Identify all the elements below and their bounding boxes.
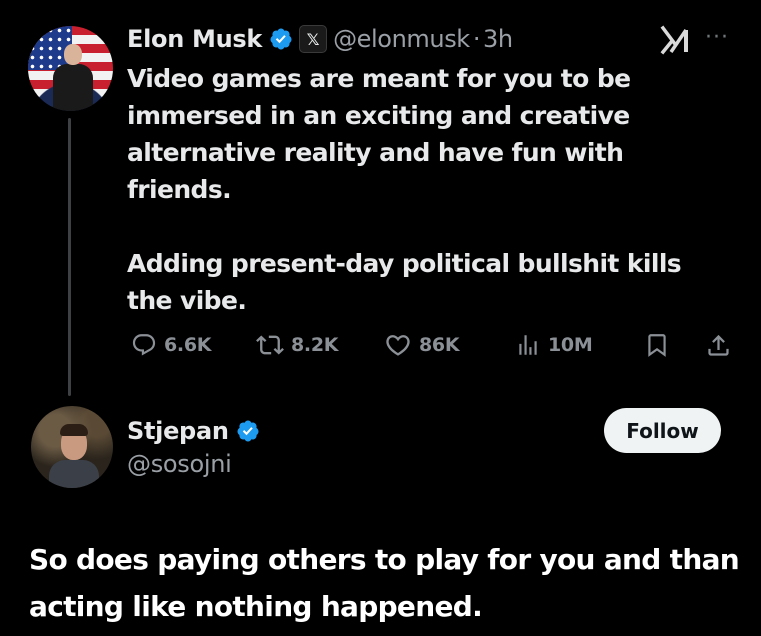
views-icon: [519, 335, 537, 355]
timestamp-separator: ·: [472, 25, 481, 53]
like-action[interactable]: 86K: [384, 328, 460, 362]
thread-connector-line: [68, 118, 71, 396]
avatar-stjepan[interactable]: [31, 406, 113, 488]
bookmark-icon: [648, 334, 666, 357]
bookmark-action[interactable]: [644, 328, 670, 362]
share-icon: [708, 334, 729, 356]
avatar-person-hair: [60, 424, 88, 436]
tweet-header: Elon Musk 𝕏 @elonmusk · 3h: [127, 20, 513, 58]
avatar-person-body: [53, 64, 93, 111]
verified-badge-icon: [270, 28, 292, 50]
avatar-elon-musk[interactable]: [28, 26, 113, 111]
more-icon[interactable]: ···: [705, 27, 729, 49]
reply-count: 6.6K: [164, 334, 212, 356]
repost-action[interactable]: 8.2K: [256, 328, 338, 362]
tweet-timestamp[interactable]: 3h: [483, 25, 513, 53]
share-action[interactable]: [705, 328, 732, 362]
views-count: 10M: [548, 334, 593, 356]
reply-author-handle[interactable]: @sosojni: [127, 450, 232, 478]
reply-body: So does paying others to play for you an…: [29, 543, 740, 623]
tweet-thread: Elon Musk 𝕏 @elonmusk · 3h ··· Video gam…: [0, 0, 761, 636]
repost-count: 8.2K: [291, 334, 339, 356]
author-display-name[interactable]: Elon Musk: [127, 25, 262, 53]
reply-icon: [132, 334, 156, 356]
reply-action[interactable]: 6.6K: [131, 328, 211, 362]
grok-icon[interactable]: [659, 24, 693, 56]
tweet-paragraph-2: Adding present-day political bullshit ki…: [127, 249, 682, 315]
tweet-paragraph-1: Video games are meant for you to be imme…: [127, 64, 631, 204]
tweet-body: Video games are meant for you to be imme…: [127, 60, 727, 319]
repost-icon: [256, 335, 284, 355]
reply-author-display-name[interactable]: Stjepan: [127, 417, 229, 445]
reply-author-row: Stjepan: [127, 412, 260, 450]
affiliation-badge[interactable]: 𝕏: [299, 25, 328, 53]
like-count: 86K: [419, 334, 460, 356]
author-handle[interactable]: @elonmusk: [333, 25, 470, 53]
avatar-person-head: [64, 44, 82, 65]
verified-badge-icon: [237, 420, 259, 442]
follow-button[interactable]: Follow: [604, 408, 721, 453]
views-action[interactable]: 10M: [515, 328, 593, 362]
heart-icon: [386, 335, 410, 356]
avatar-person-shirt: [49, 460, 99, 488]
